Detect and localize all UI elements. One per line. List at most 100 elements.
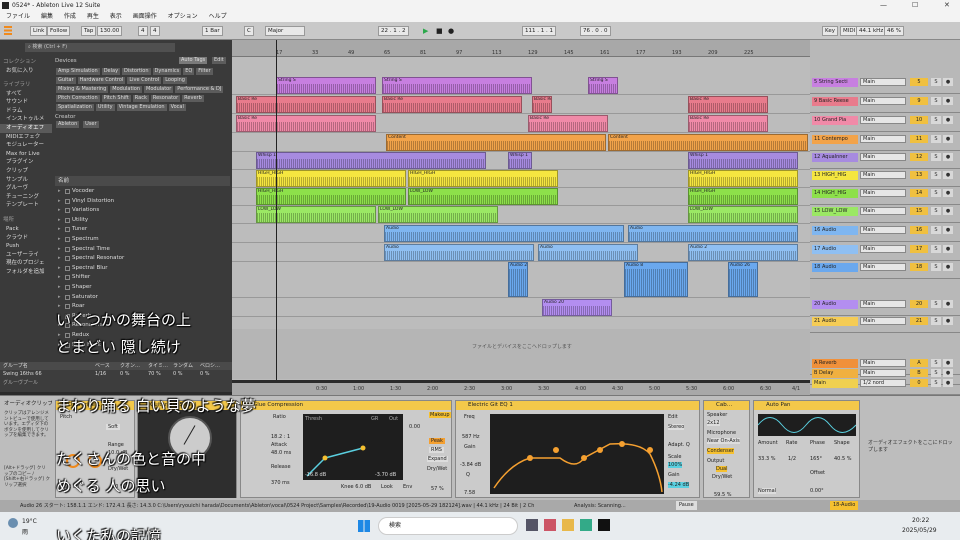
filter-tag[interactable]: Hardware Control xyxy=(77,77,126,84)
taskbar-app-icon-2[interactable] xyxy=(544,519,556,531)
menu-options[interactable]: オプション xyxy=(168,13,198,20)
audio-clip[interactable]: Audio 26 xyxy=(728,262,758,297)
filter-tag[interactable]: Live Control xyxy=(127,77,162,84)
eq-curve[interactable] xyxy=(490,414,664,494)
solo-button[interactable]: S xyxy=(931,135,941,143)
track-name[interactable]: B Delay xyxy=(812,369,858,378)
track-output-select[interactable]: Main xyxy=(860,263,906,271)
place-current-project[interactable]: 現在のプロジェ xyxy=(0,259,52,268)
arm-button[interactable]: ● xyxy=(943,317,953,325)
browser-search[interactable]: ⌕ 検索 (Ctrl + F) xyxy=(25,43,175,52)
place-midi-effects[interactable]: MIDIエフェク xyxy=(0,133,52,142)
audio-clip[interactable]: Basic Re xyxy=(528,115,608,132)
device-list-item[interactable]: Vinyl Distortion xyxy=(55,197,230,207)
cab-drywet-value[interactable]: 59.5 % xyxy=(714,492,731,498)
audio-clip[interactable]: Basic Re xyxy=(382,96,522,113)
place-plugins[interactable]: プラグイン xyxy=(0,158,52,167)
mic-select[interactable]: Near On-Axis xyxy=(707,438,740,444)
device-list-item[interactable]: Utility xyxy=(55,216,230,226)
place-push[interactable]: Push xyxy=(0,242,52,251)
attack-value[interactable]: 48.0 ms xyxy=(271,450,291,456)
menu-view[interactable]: 表示 xyxy=(110,13,122,20)
eq-display[interactable] xyxy=(490,414,664,494)
track-activator[interactable]: 20 xyxy=(910,300,928,308)
track-output-select[interactable]: Main xyxy=(860,171,906,179)
track-header[interactable]: 13 HIGH_HIG Main 13 S ● xyxy=(810,170,960,187)
track-activator[interactable]: 12 xyxy=(910,153,928,161)
device-list-item[interactable]: Spectral Resonator xyxy=(55,254,230,264)
gain-value[interactable]: -3.84 dB xyxy=(460,462,481,468)
track-lane[interactable]: Basic Re Basic Re Basic Re xyxy=(232,115,810,133)
place-add-folder[interactable]: フォルダを追加 xyxy=(0,268,52,277)
phase-value[interactable]: 165° xyxy=(810,456,822,462)
track-output-select[interactable]: Main xyxy=(860,78,906,86)
filter-tag[interactable]: Filter xyxy=(196,68,213,75)
track-activator[interactable]: B xyxy=(910,369,928,377)
audio-clip[interactable]: Audio 20 xyxy=(542,299,612,316)
freq-value[interactable]: 587 Hz xyxy=(462,434,480,440)
device-list-item[interactable]: Vocoder xyxy=(55,187,230,197)
filter-tag[interactable]: EQ xyxy=(183,68,195,75)
loop-length[interactable]: 76 . 0 . 0 xyxy=(580,26,611,36)
place-instruments[interactable]: インストゥルメ xyxy=(0,115,52,124)
condenser-button[interactable]: Condenser xyxy=(707,448,734,454)
audio-clip[interactable]: Whisp 1 xyxy=(508,152,532,169)
track-header[interactable]: 15 LOW_LOW Main 15 S ● xyxy=(810,206,960,223)
track-header[interactable]: 12 Aqualnner Main 12 S ● xyxy=(810,152,960,169)
filter-tag[interactable]: Reverb xyxy=(182,95,204,102)
arm-button[interactable]: ● xyxy=(943,153,953,161)
track-header[interactable]: 16 Audio Main 16 S ● xyxy=(810,225,960,242)
scale-value[interactable]: 100% xyxy=(668,462,683,468)
audio-clip[interactable]: Content xyxy=(608,134,808,151)
audio-clip[interactable]: Basic Re xyxy=(688,96,768,113)
filter-tag[interactable]: Distortion xyxy=(122,68,151,75)
track-header[interactable]: 9 Basic Reese Main 9 S ● xyxy=(810,96,960,113)
track-output-select[interactable]: Main xyxy=(860,226,906,234)
arm-button[interactable]: ● xyxy=(943,369,953,377)
makeup-button[interactable]: Makeup xyxy=(429,412,451,418)
taskbar-search[interactable]: 検索 xyxy=(378,517,518,535)
name-column-header[interactable]: 名前 xyxy=(55,176,230,186)
place-audio-effects[interactable]: オーディオエフ xyxy=(0,123,52,133)
menu-edit[interactable]: 編集 xyxy=(41,13,53,20)
soft-button[interactable]: Soft xyxy=(106,424,120,430)
arm-button[interactable]: ● xyxy=(943,189,953,197)
solo-button[interactable]: S xyxy=(931,369,941,377)
place-user-library[interactable]: ユーザーライ xyxy=(0,251,52,260)
device-list-item[interactable]: Variations xyxy=(55,206,230,216)
adapt-q-button[interactable]: Adapt. Q xyxy=(668,442,690,448)
glue-compressor-device[interactable]: Glue Compression Ratio 18.2 : 1 Attack 4… xyxy=(240,400,452,498)
solo-button[interactable]: S xyxy=(931,226,941,234)
track-output-select[interactable]: Main xyxy=(860,116,906,124)
filter-tag[interactable]: Mixing & Mastering xyxy=(56,86,109,93)
audio-clip[interactable]: HIGH_HIGH xyxy=(256,170,406,187)
arm-button[interactable]: ● xyxy=(943,379,953,387)
track-header[interactable]: 18 Audio Main 18 S ● xyxy=(810,262,960,279)
track-lane[interactable]: Basic Re Basic Re Basic Re Basic Re xyxy=(232,96,810,114)
filter-tag[interactable]: Guitar xyxy=(56,77,76,84)
track-activator[interactable]: A xyxy=(910,359,928,367)
offset-value[interactable]: 0.00° xyxy=(810,488,824,494)
track-lane[interactable]: HIGH_HIGH HIGH_HIGH HIGH_HIGH xyxy=(232,170,810,188)
solo-button[interactable]: S xyxy=(931,317,941,325)
audio-clip[interactable]: Audio xyxy=(538,244,638,261)
filter-tag[interactable]: Looping xyxy=(163,77,187,84)
close-button[interactable]: ✕ xyxy=(944,0,950,11)
filter-tag[interactable]: Pitch Shift xyxy=(101,95,131,102)
place-samples[interactable]: サンプル xyxy=(0,176,52,185)
solo-button[interactable]: S xyxy=(931,245,941,253)
arm-button[interactable]: ● xyxy=(943,263,953,271)
threshold-value[interactable]: -16.8 dB xyxy=(305,472,326,478)
song-position[interactable]: 22 . 1 . 2 xyxy=(378,26,409,36)
track-header[interactable]: 5 String Secti Main 5 S ● xyxy=(810,77,960,94)
place-max-for-live[interactable]: Max for Live xyxy=(0,150,52,159)
solo-button[interactable]: S xyxy=(931,379,941,387)
menu-navigate[interactable]: 画面操作 xyxy=(133,13,157,20)
stop-icon[interactable]: ■ xyxy=(436,26,443,36)
track-output-select[interactable]: Main xyxy=(860,359,906,367)
track-activator[interactable]: 17 xyxy=(910,245,928,253)
audio-clip[interactable]: HIGH_HIGH xyxy=(408,170,558,187)
track-header[interactable]: 21 Audio Main 21 S ● xyxy=(810,316,960,333)
arm-button[interactable]: ● xyxy=(943,226,953,234)
track-output-select[interactable]: Main xyxy=(860,189,906,197)
